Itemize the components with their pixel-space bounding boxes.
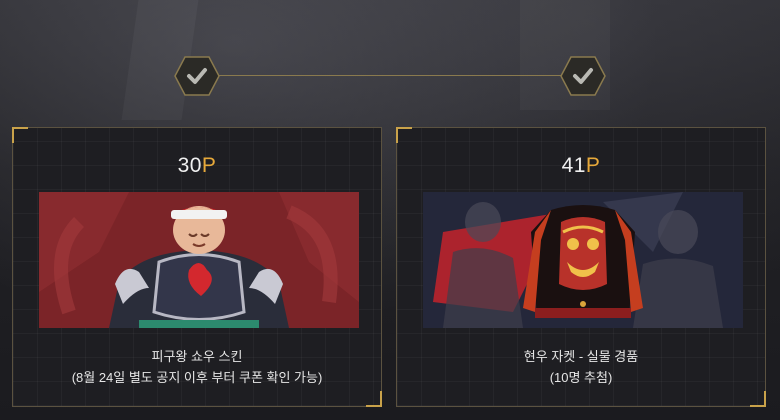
card-corner-accent <box>366 391 382 407</box>
reward-title: 현우 자켓 - 실물 경품 <box>523 349 639 364</box>
points-value: 41 <box>561 154 586 177</box>
reward-title: 피구왕 쇼우 스킨 <box>151 349 243 364</box>
step-1-check-icon <box>174 56 220 96</box>
reward-caption: 현우 자켓 - 실물 경품 (10명 추첨) <box>397 346 765 388</box>
reward-note: (8월 24일 별도 공지 이후 부터 쿠폰 확인 가능) <box>71 370 323 385</box>
card-corner-accent <box>12 127 28 143</box>
step-2-check-icon <box>560 56 606 96</box>
progress-line <box>208 75 572 76</box>
reward-points: 41P <box>397 154 765 178</box>
reward-note: (10명 추첨) <box>549 370 613 385</box>
points-unit: P <box>201 154 217 177</box>
reward-points: 30P <box>13 154 381 178</box>
card-corner-accent <box>396 127 412 143</box>
reward-card-30p: 30P 피구왕 쇼우 스킨 (8월 24일 별도 공지 이후 부터 쿠폰 확인 … <box>12 127 382 407</box>
character-skin-image <box>39 192 359 328</box>
jacket-merchandise-image <box>423 192 743 328</box>
reward-card-41p: 41P 현우 자켓 - 실물 경품 (10명 추첨) <box>396 127 766 407</box>
points-unit: P <box>585 154 601 177</box>
progress-track <box>174 56 606 96</box>
points-value: 30 <box>177 154 202 177</box>
reward-caption: 피구왕 쇼우 스킨 (8월 24일 별도 공지 이후 부터 쿠폰 확인 가능) <box>13 346 381 388</box>
card-corner-accent <box>750 391 766 407</box>
